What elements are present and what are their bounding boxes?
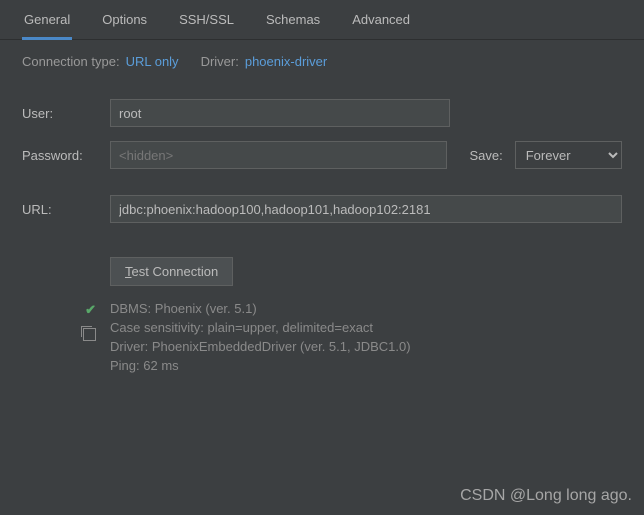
driver-label: Driver: [201, 54, 239, 69]
user-input[interactable] [110, 99, 450, 127]
user-label: User: [22, 106, 110, 121]
test-connection-button[interactable]: Test Connection [110, 257, 233, 286]
copy-icon[interactable] [83, 328, 96, 341]
info-driver: Driver: PhoenixEmbeddedDriver (ver. 5.1,… [110, 338, 411, 357]
connection-type-label: Connection type: [22, 54, 120, 69]
url-label: URL: [22, 202, 110, 217]
connection-meta-row: Connection type: URL only Driver: phoeni… [22, 54, 622, 69]
tab-schemas[interactable]: Schemas [264, 12, 322, 39]
tab-options[interactable]: Options [100, 12, 149, 39]
check-icon: ✔ [85, 302, 96, 318]
info-lines: DBMS: Phoenix (ver. 5.1) Case sensitivit… [110, 300, 411, 375]
save-select[interactable]: Forever [515, 141, 622, 169]
url-input[interactable] [110, 195, 622, 223]
tab-advanced[interactable]: Advanced [350, 12, 412, 39]
watermark: CSDN @Long long ago. [460, 487, 632, 505]
content-panel: Connection type: URL only Driver: phoeni… [0, 40, 644, 375]
driver-value[interactable]: phoenix-driver [245, 54, 327, 69]
tab-bar: General Options SSH/SSL Schemas Advanced [0, 0, 644, 40]
tab-general[interactable]: General [22, 12, 72, 40]
url-row: URL: [22, 195, 622, 223]
user-row: User: [22, 99, 622, 127]
tab-sshssl[interactable]: SSH/SSL [177, 12, 236, 39]
connection-info-block: ✔ DBMS: Phoenix (ver. 5.1) Case sensitiv… [22, 300, 622, 375]
password-input[interactable] [110, 141, 447, 169]
info-dbms: DBMS: Phoenix (ver. 5.1) [110, 300, 411, 319]
info-case-sensitivity: Case sensitivity: plain=upper, delimited… [110, 319, 411, 338]
info-icons: ✔ [22, 300, 110, 375]
password-row: Password: Save: Forever [22, 141, 622, 169]
save-label: Save: [469, 148, 502, 163]
test-connection-row: Test Connection [22, 257, 622, 286]
connection-type-value[interactable]: URL only [126, 54, 179, 69]
password-label: Password: [22, 148, 110, 163]
info-ping: Ping: 62 ms [110, 357, 411, 376]
